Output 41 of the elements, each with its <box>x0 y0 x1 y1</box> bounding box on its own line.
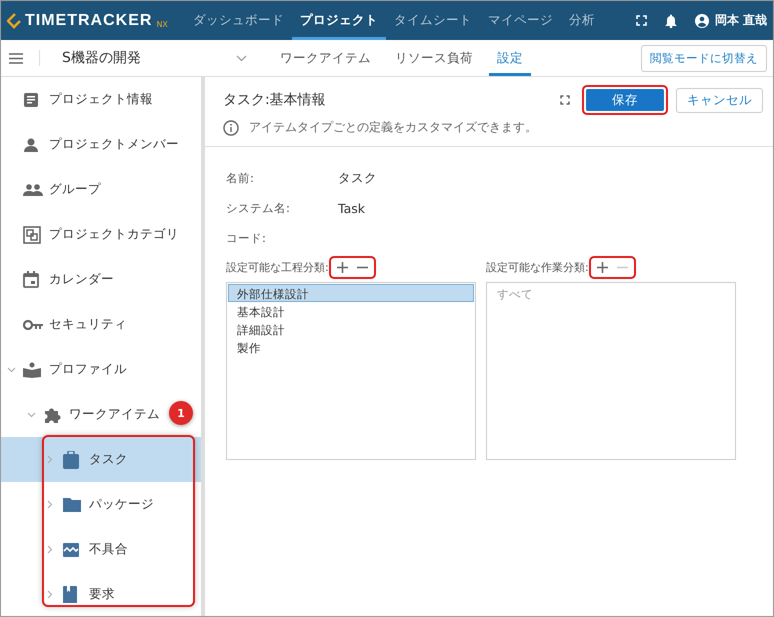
view-mode-button[interactable]: 閲覧モードに切替え <box>641 44 767 72</box>
field-value: タスク <box>338 170 377 186</box>
sidebar-item[interactable]: プロジェクト情報 <box>1 77 201 122</box>
logo-text: TIMETRACKER <box>25 12 152 30</box>
project-dropdown[interactable]: S機器の開発 <box>62 49 247 67</box>
sub-tab[interactable]: ワークアイテム <box>272 40 379 76</box>
field-label: 名前: <box>226 170 255 186</box>
sub-tab[interactable]: 設定 <box>488 40 531 76</box>
nav-tab[interactable]: プロジェクト <box>292 1 386 40</box>
list-item[interactable]: 基本設計 <box>228 302 474 320</box>
sidebar-item[interactable]: セキュリティ <box>1 302 201 347</box>
field-label: システム名: <box>226 200 291 216</box>
field-label: コード: <box>226 230 267 246</box>
sidebar-item[interactable]: タスク <box>1 437 201 482</box>
sidebar-item[interactable]: 不具合 <box>1 527 201 572</box>
logo-suffix: NX <box>156 20 168 29</box>
nav-tab[interactable]: マイページ <box>480 1 561 40</box>
save-button[interactable]: 保存 <box>586 89 664 111</box>
list-item[interactable]: 製作 <box>228 338 474 356</box>
sidebar-item[interactable]: プロファイル <box>1 347 201 392</box>
sidebar-item[interactable]: グループ <box>1 167 201 212</box>
nav-tab[interactable]: 分析 <box>561 1 603 40</box>
list-item[interactable]: 外部仕様設計 <box>228 284 474 302</box>
nav-tab[interactable]: タイムシート <box>386 1 480 40</box>
sidebar-item[interactable]: 要求 <box>1 572 201 616</box>
cancel-button[interactable]: キャンセル <box>676 88 763 112</box>
sidebar-item[interactable]: パッケージ <box>1 482 201 527</box>
sidebar-item[interactable]: ワークアイテム 1 <box>1 392 201 437</box>
sub-tab[interactable]: リソース負荷 <box>386 40 481 76</box>
sidebar-item[interactable]: プロジェクトカテゴリ <box>1 212 201 257</box>
sidebar-item[interactable]: プロジェクトメンバー <box>1 122 201 167</box>
info-text: アイテムタイプごとの定義をカスタマイズできます。 <box>249 119 537 136</box>
panel-title: タスク:基本情報 <box>223 91 327 109</box>
user-name[interactable]: 岡本 直哉 <box>714 12 767 29</box>
field-value: Task <box>338 200 365 216</box>
nav-tab[interactable]: ダッシュボード <box>185 1 292 40</box>
list-item[interactable]: 詳細設計 <box>228 320 474 338</box>
sidebar-item[interactable]: カレンダー <box>1 257 201 302</box>
list-label: 設定可能な作業分類: <box>486 260 589 274</box>
callout-badge: 1 <box>169 401 193 425</box>
list-label: 設定可能な工程分類: <box>226 260 329 274</box>
